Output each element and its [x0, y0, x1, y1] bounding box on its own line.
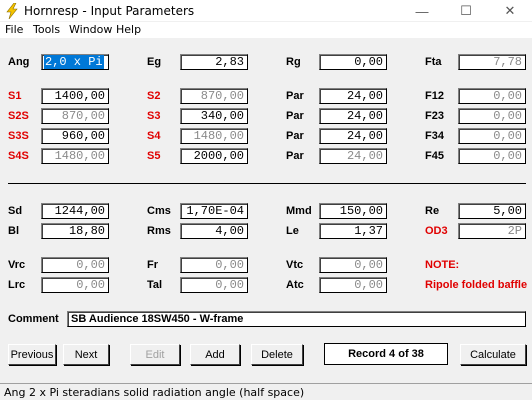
- minimize-button[interactable]: —: [400, 0, 444, 22]
- par45-field[interactable]: 24,00: [319, 148, 387, 164]
- menu-window[interactable]: Window: [69, 23, 112, 36]
- re-field[interactable]: 5,00: [458, 203, 526, 219]
- s1-label: S1: [8, 90, 22, 102]
- title-bar: Hornresp - Input Parameters — ☐ ✕: [0, 0, 532, 22]
- s2-field[interactable]: 870,00: [180, 88, 248, 104]
- menu-bar: File Tools Window Help: [0, 22, 532, 38]
- s3s-field[interactable]: 960,00: [41, 128, 109, 144]
- ang-label: Ang: [8, 56, 30, 68]
- s4s-field[interactable]: 1480,00: [41, 148, 109, 164]
- s5-field[interactable]: 2000,00: [180, 148, 248, 164]
- fta-label: Fta: [425, 56, 442, 68]
- mmd-label: Mmd: [286, 205, 312, 217]
- s5-label: S5: [147, 150, 161, 162]
- comment-field[interactable]: SB Audience 18SW450 - W-frame: [67, 311, 526, 327]
- par23-label: Par: [286, 110, 304, 122]
- next-button[interactable]: Next: [63, 344, 109, 365]
- le-field[interactable]: 1,37: [319, 223, 387, 239]
- ang-value: 2,0 x Pi: [44, 55, 104, 69]
- od3-field[interactable]: 2P: [458, 223, 526, 239]
- rms-label: Rms: [147, 225, 171, 237]
- eg-label: Eg: [147, 56, 162, 68]
- calculate-button[interactable]: Calculate: [460, 344, 526, 365]
- atc-label: Atc: [286, 279, 304, 291]
- menu-tools[interactable]: Tools: [33, 23, 60, 36]
- par23-field[interactable]: 24,00: [319, 108, 387, 124]
- par34-field[interactable]: 24,00: [319, 128, 387, 144]
- s4s-label: S4S: [8, 150, 29, 162]
- rg-field[interactable]: 0,00: [319, 54, 387, 70]
- rms-field[interactable]: 4,00: [180, 223, 248, 239]
- rg-label: Rg: [286, 56, 301, 68]
- status-text: Ang 2 x Pi steradians solid radiation an…: [4, 386, 305, 399]
- maximize-button[interactable]: ☐: [444, 0, 488, 22]
- s1-field[interactable]: 1400,00: [41, 88, 109, 104]
- f12-field[interactable]: 0,00: [458, 88, 526, 104]
- re-label: Re: [425, 205, 440, 217]
- s2s-label: S2S: [8, 110, 29, 122]
- vtc-field[interactable]: 0,00: [319, 257, 387, 273]
- s2s-field[interactable]: 870,00: [41, 108, 109, 124]
- sd-field[interactable]: 1244,00: [41, 203, 109, 219]
- vrc-field[interactable]: 0,00: [41, 257, 109, 273]
- lrc-label: Lrc: [8, 279, 26, 291]
- fr-label: Fr: [147, 259, 158, 271]
- f23-label: F23: [425, 110, 444, 122]
- vrc-label: Vrc: [8, 259, 26, 271]
- window-title: Hornresp - Input Parameters: [24, 4, 195, 18]
- par45-label: Par: [286, 150, 304, 162]
- lightning-bolt-icon: [6, 3, 18, 19]
- note-text: Ripole folded baffle: [425, 279, 528, 291]
- comment-label: Comment: [8, 313, 59, 325]
- sd-label: Sd: [8, 205, 23, 217]
- s2-label: S2: [147, 90, 161, 102]
- cms-field[interactable]: 1,70E-04: [180, 203, 248, 219]
- atc-field[interactable]: 0,00: [319, 277, 387, 293]
- edit-button[interactable]: Edit: [130, 344, 180, 365]
- previous-button[interactable]: Previous: [8, 344, 56, 365]
- s3-field[interactable]: 340,00: [180, 108, 248, 124]
- f45-field[interactable]: 0,00: [458, 148, 526, 164]
- tal-field[interactable]: 0,00: [180, 277, 248, 293]
- bl-field[interactable]: 18,80: [41, 223, 109, 239]
- f12-label: F12: [425, 90, 444, 102]
- add-button[interactable]: Add: [190, 344, 240, 365]
- cms-label: Cms: [147, 205, 171, 217]
- fr-field[interactable]: 0,00: [180, 257, 248, 273]
- le-label: Le: [286, 225, 299, 237]
- fta-field[interactable]: 7,78: [458, 54, 526, 70]
- s4-field[interactable]: 1480,00: [180, 128, 248, 144]
- eg-field[interactable]: 2,83: [180, 54, 248, 70]
- par34-label: Par: [286, 130, 304, 142]
- s4-label: S4: [147, 130, 161, 142]
- menu-file[interactable]: File: [5, 23, 23, 36]
- ang-field[interactable]: 2,0 x Pi: [41, 54, 109, 70]
- tal-label: Tal: [147, 279, 163, 291]
- lrc-field[interactable]: 0,00: [41, 277, 109, 293]
- menu-help[interactable]: Help: [116, 23, 141, 36]
- f34-label: F34: [425, 130, 444, 142]
- par12-field[interactable]: 24,00: [319, 88, 387, 104]
- section-divider: [8, 183, 526, 184]
- note-title: NOTE:: [425, 259, 460, 271]
- f23-field[interactable]: 0,00: [458, 108, 526, 124]
- par12-label: Par: [286, 90, 304, 102]
- f45-label: F45: [425, 150, 444, 162]
- delete-button[interactable]: Delete: [251, 344, 303, 365]
- bl-label: Bl: [8, 225, 19, 237]
- mmd-field[interactable]: 150,00: [319, 203, 387, 219]
- s3-label: S3: [147, 110, 161, 122]
- f34-field[interactable]: 0,00: [458, 128, 526, 144]
- od3-label: OD3: [425, 225, 448, 237]
- status-bar: Ang 2 x Pi steradians solid radiation an…: [0, 383, 532, 400]
- s3s-label: S3S: [8, 130, 29, 142]
- close-button[interactable]: ✕: [488, 0, 532, 22]
- vtc-label: Vtc: [286, 259, 304, 271]
- record-indicator: Record 4 of 38: [324, 343, 448, 365]
